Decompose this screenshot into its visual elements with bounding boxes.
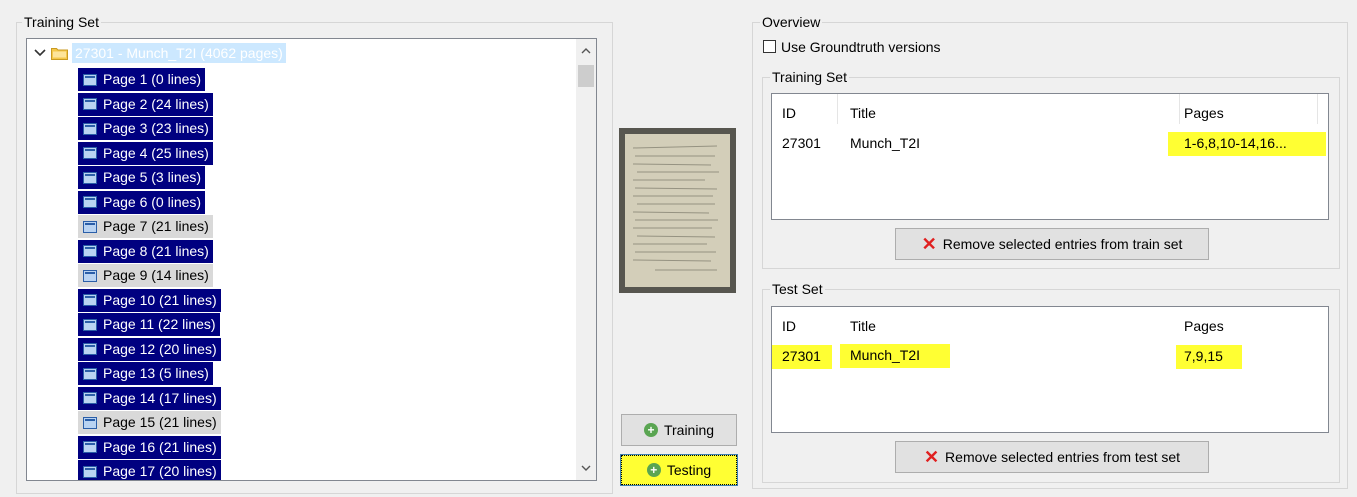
use-groundtruth-label[interactable]: Use Groundtruth versions	[781, 38, 941, 56]
column-separator	[837, 94, 838, 124]
training-row-id[interactable]: 27301	[782, 134, 821, 152]
page-icon	[83, 343, 97, 355]
page-tree-item[interactable]: Page 9 (14 lines)	[78, 264, 213, 287]
page-tree-item[interactable]: Page 6 (0 lines)	[78, 190, 206, 214]
page-item-label: Page 10 (21 lines)	[103, 291, 217, 308]
scroll-thumb[interactable]	[578, 65, 594, 87]
remove-icon: ✕	[921, 234, 937, 254]
scroll-up-icon[interactable]	[576, 41, 596, 61]
folder-icon	[51, 47, 68, 60]
column-separator	[1179, 94, 1180, 124]
overview-test-set-title: Test Set	[770, 281, 825, 297]
page-icon	[83, 416, 97, 429]
remove-from-test-set-button[interactable]: ✕ Remove selected entries from test set	[895, 441, 1209, 473]
page-tree-item[interactable]: Page 5 (3 lines)	[78, 166, 206, 189]
training-row-pages[interactable]: 1-6,8,10-14,16...	[1168, 132, 1326, 156]
column-header-pages[interactable]: Pages	[1184, 104, 1224, 122]
overview-group-title: Overview	[760, 14, 823, 30]
test-row-pages[interactable]: 7,9,15	[1176, 345, 1242, 369]
column-header-id[interactable]: ID	[782, 317, 796, 335]
remove-icon: ✕	[923, 447, 940, 467]
scroll-down-icon[interactable]	[576, 458, 596, 478]
page-tree-item[interactable]: Page 10 (21 lines)	[78, 288, 221, 312]
page-tree-item[interactable]: Page 14 (17 lines)	[78, 386, 221, 410]
use-groundtruth-checkbox[interactable]	[763, 40, 776, 53]
column-header-title[interactable]: Title	[850, 317, 876, 335]
page-item-label: Page 4 (25 lines)	[103, 144, 209, 161]
add-to-training-button[interactable]: + Training	[621, 414, 737, 446]
page-icon	[83, 122, 97, 135]
plus-icon: +	[643, 423, 658, 437]
page-item-label: Page 2 (24 lines)	[103, 95, 209, 112]
training-button-label: Training	[663, 422, 715, 438]
page-tree-item[interactable]: Page 16 (21 lines)	[78, 435, 221, 459]
test-row-title[interactable]: Munch_T2I	[840, 344, 950, 368]
test-row-id[interactable]: 27301	[772, 345, 832, 369]
tree-scrollbar[interactable]	[576, 39, 596, 480]
testing-button-label: Testing	[666, 462, 712, 478]
page-icon	[83, 245, 97, 257]
remove-test-label: Remove selected entries from test set	[945, 449, 1181, 465]
tree-root-row[interactable]: 27301 - Munch_T2I (4062 pages)	[33, 43, 286, 63]
plus-icon: +	[646, 463, 661, 477]
column-header-pages[interactable]: Pages	[1184, 317, 1224, 335]
page-thumbnail	[619, 128, 736, 293]
page-item-label: Page 9 (14 lines)	[103, 267, 209, 283]
test-set-table[interactable]: ID Title Pages 27301 Munch_T2I 7,9,15	[771, 306, 1329, 433]
page-icon	[83, 318, 97, 331]
page-tree-item[interactable]: Page 12 (20 lines)	[78, 337, 221, 361]
training-set-group-title: Training Set	[22, 14, 101, 30]
page-tree-item[interactable]: Page 11 (22 lines)	[78, 313, 220, 336]
add-to-testing-button[interactable]: + Testing	[620, 454, 738, 486]
page-item-label: Page 3 (23 lines)	[103, 120, 209, 136]
page-item-label: Page 1 (0 lines)	[103, 71, 202, 87]
page-icon	[83, 171, 97, 184]
page-tree-item[interactable]: Page 4 (25 lines)	[78, 141, 213, 165]
training-set-table[interactable]: ID Title Pages 27301 Munch_T2I 1-6,8,10-…	[771, 93, 1329, 220]
page-item-label: Page 5 (3 lines)	[103, 169, 202, 185]
page-item-label: Page 16 (21 lines)	[103, 438, 217, 455]
page-tree-item[interactable]: Page 13 (5 lines)	[78, 362, 213, 385]
column-header-title[interactable]: Title	[850, 104, 876, 122]
overview-training-set-title: Training Set	[770, 69, 849, 85]
page-tree-item[interactable]: Page 8 (21 lines)	[78, 239, 213, 263]
column-header-id[interactable]: ID	[782, 104, 796, 122]
page-item-label: Page 14 (17 lines)	[103, 389, 217, 406]
page-icon	[83, 147, 97, 159]
page-item-label: Page 17 (20 lines)	[103, 463, 217, 479]
page-icon	[83, 73, 97, 86]
page-icon	[83, 196, 97, 208]
page-icon	[83, 220, 97, 233]
remove-train-label: Remove selected entries from train set	[942, 236, 1183, 252]
column-separator	[1317, 94, 1318, 124]
remove-from-train-set-button[interactable]: ✕ Remove selected entries from train set	[895, 228, 1209, 260]
page-icon	[83, 392, 97, 404]
page-icon	[83, 269, 97, 282]
document-page-tree[interactable]: 27301 - Munch_T2I (4062 pages) Page 1 (0…	[26, 38, 597, 481]
page-item-label: Page 13 (5 lines)	[103, 365, 209, 381]
page-tree-item[interactable]: Page 15 (21 lines)	[78, 411, 221, 434]
page-tree-item[interactable]: Page 17 (20 lines)	[78, 460, 221, 480]
page-icon	[83, 98, 97, 110]
page-item-label: Page 12 (20 lines)	[103, 340, 217, 357]
page-item-label: Page 8 (21 lines)	[103, 242, 209, 259]
page-tree-item[interactable]: Page 3 (23 lines)	[78, 117, 213, 140]
page-item-label: Page 11 (22 lines)	[103, 316, 216, 332]
page-tree-item[interactable]: Page 1 (0 lines)	[78, 68, 206, 91]
page-icon	[83, 367, 97, 380]
page-item-label: Page 6 (0 lines)	[103, 193, 202, 210]
page-icon	[83, 441, 97, 453]
page-tree-item[interactable]: Page 2 (24 lines)	[78, 92, 213, 116]
page-icon	[83, 294, 97, 306]
page-tree-item[interactable]: Page 7 (21 lines)	[78, 215, 213, 238]
page-item-label: Page 15 (21 lines)	[103, 414, 217, 430]
page-item-label: Page 7 (21 lines)	[103, 218, 209, 234]
collection-label[interactable]: 27301 - Munch_T2I (4062 pages)	[72, 43, 286, 63]
chevron-down-icon[interactable]	[33, 46, 47, 60]
page-icon	[83, 465, 97, 478]
training-row-title[interactable]: Munch_T2I	[850, 134, 920, 152]
